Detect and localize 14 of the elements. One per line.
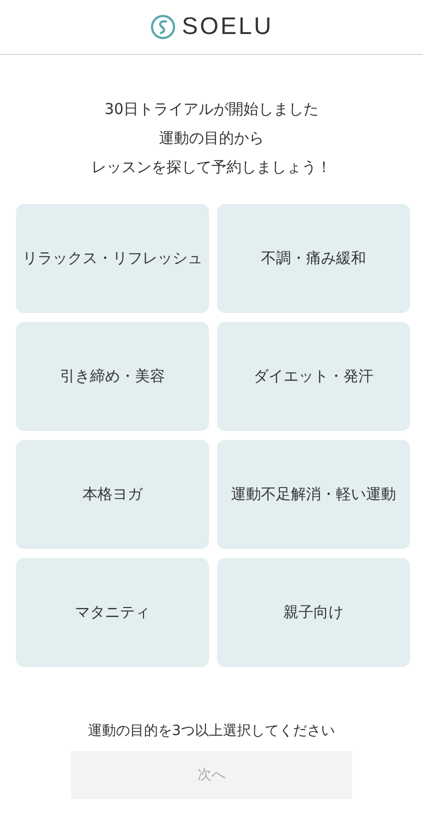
purpose-option[interactable]: 運動不足解消・軽い運動 <box>217 440 410 549</box>
intro-text: 30日トライアルが開始しました <box>104 99 319 120</box>
purpose-option[interactable]: ダイエット・発汗 <box>217 322 410 431</box>
instruction-text: 運動の目的を3つ以上選択してください <box>87 722 336 740</box>
purpose-option[interactable]: マタニティ <box>16 558 209 667</box>
intro-text: 運動の目的から <box>159 128 264 149</box>
purpose-option[interactable]: 引き締め・美容 <box>16 322 209 431</box>
logo-text: SOELU <box>182 13 274 41</box>
purpose-option[interactable]: 不調・痛み緩和 <box>217 204 410 313</box>
purpose-option[interactable]: リラックス・リフレッシュ <box>16 204 209 313</box>
logo-icon <box>150 14 176 40</box>
purpose-option[interactable]: 本格ヨガ <box>16 440 209 549</box>
purpose-option[interactable]: 親子向け <box>217 558 410 667</box>
intro-text: レッスンを探して予約しましょう！ <box>92 157 332 178</box>
